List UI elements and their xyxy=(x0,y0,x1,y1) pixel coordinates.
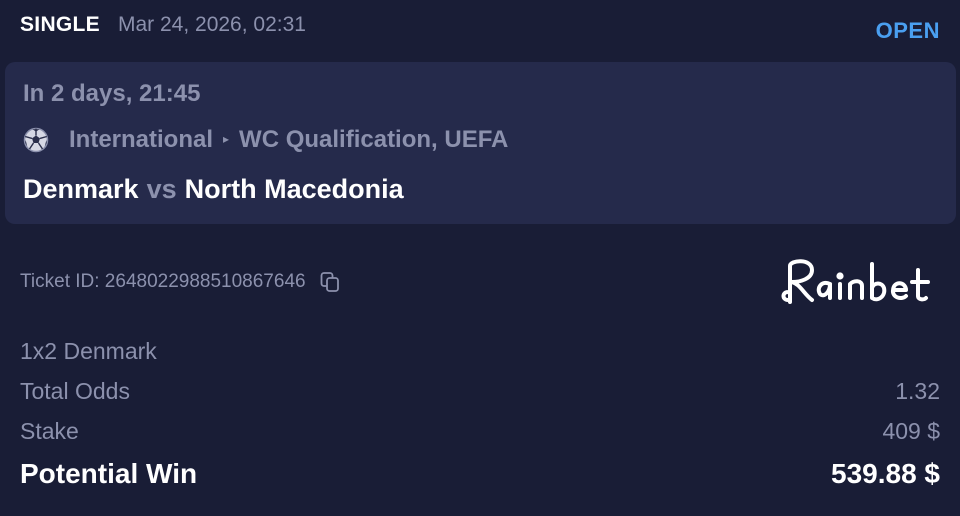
total-odds-value: 1.32 xyxy=(895,378,940,404)
league-link[interactable]: WC Qualification, UEFA xyxy=(239,126,508,154)
potential-win-row: Potential Win 539.88 $ xyxy=(20,458,940,490)
bet-type-label: SINGLE xyxy=(20,13,100,36)
soccer-ball-icon xyxy=(23,127,49,153)
potential-win-label: Potential Win xyxy=(20,458,198,489)
caret-right-icon: ▸ xyxy=(223,132,230,146)
bet-header: SINGLE Mar 24, 2026, 02:31 OPEN xyxy=(20,8,940,43)
total-odds-label: Total Odds xyxy=(20,378,130,404)
away-team: North Macedonia xyxy=(184,174,404,204)
stake-row: Stake 409 $ xyxy=(20,418,940,445)
selection-label: 1x2 Denmark xyxy=(20,338,157,364)
rainbet-logo xyxy=(778,252,942,312)
league-breadcrumb: International ▸ WC Qualification, UEFA xyxy=(23,126,508,154)
selection-row: 1x2 Denmark xyxy=(20,338,940,365)
category-link[interactable]: International xyxy=(69,126,213,154)
vs-label: vs xyxy=(146,174,177,204)
match-title: Denmark vs North Macedonia xyxy=(23,174,404,205)
bet-date: Mar 24, 2026, 02:31 xyxy=(117,13,306,36)
stake-label: Stake xyxy=(20,418,79,444)
event-start-time: In 2 days, 21:45 xyxy=(23,80,201,107)
event-card[interactable]: In 2 days, 21:45 International ▸ WC Qual… xyxy=(5,62,956,224)
ticket-id-row: Ticket ID: 2648022988510867646 xyxy=(20,270,342,294)
stake-value: 409 $ xyxy=(882,418,940,444)
copy-icon[interactable] xyxy=(318,270,342,294)
total-odds-row: Total Odds 1.32 xyxy=(20,378,940,405)
potential-win-value: 539.88 $ xyxy=(831,458,940,489)
ticket-id: Ticket ID: 2648022988510867646 xyxy=(20,271,306,292)
home-team: Denmark xyxy=(23,174,139,204)
bet-status-badge: OPEN xyxy=(875,18,940,43)
